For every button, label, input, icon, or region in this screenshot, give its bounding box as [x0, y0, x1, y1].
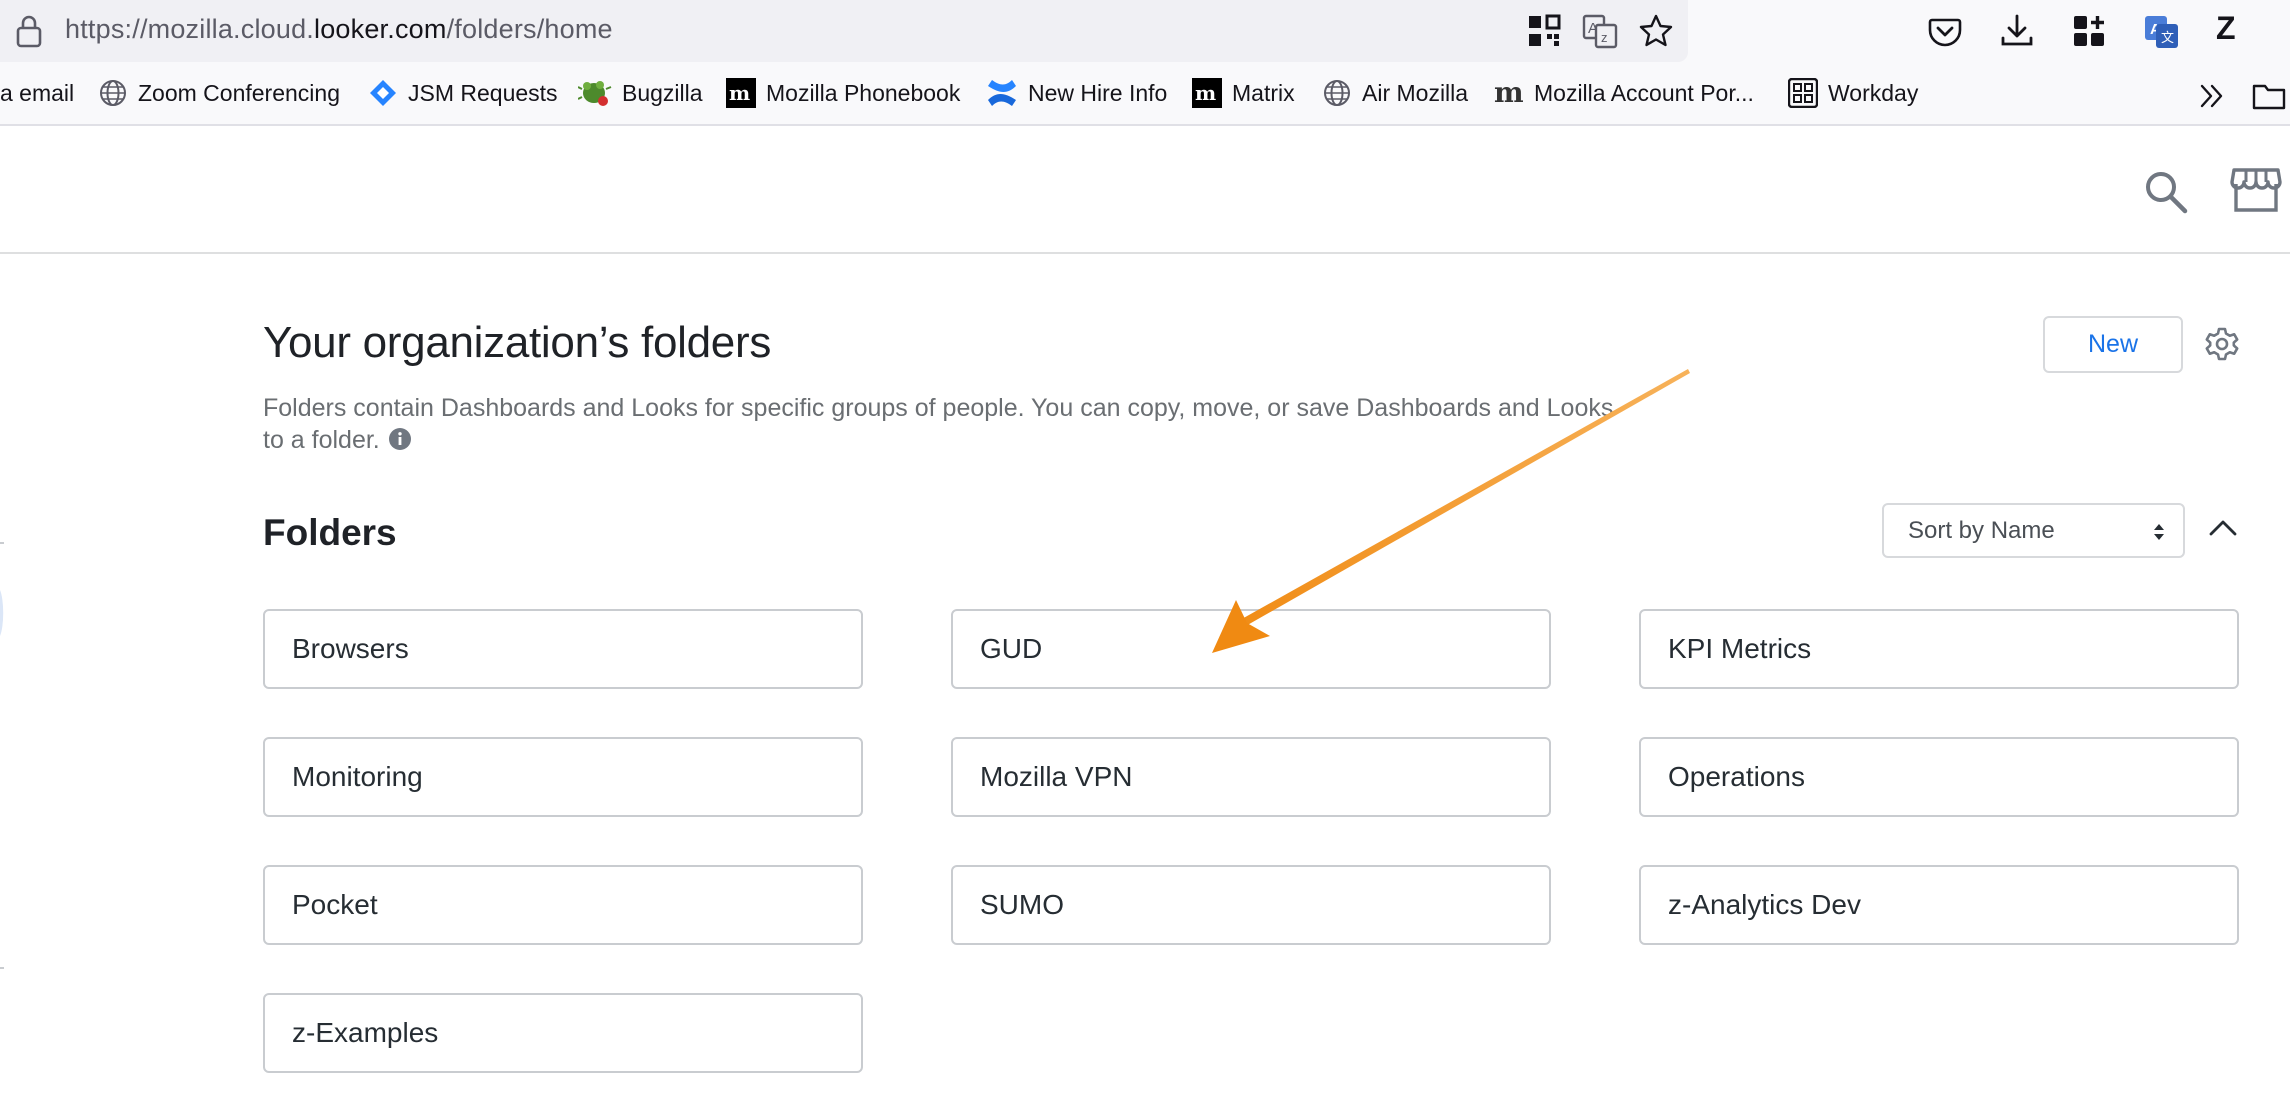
bookmark-star-icon[interactable] [1638, 13, 1674, 49]
folder-name: Monitoring [292, 761, 423, 792]
page-description: Folders contain Dashboards and Looks for… [263, 392, 1633, 456]
svg-text:m: m [1494, 78, 1524, 108]
mozilla-m-icon: m [726, 78, 756, 108]
bookmark-workday[interactable]: Workday [1788, 74, 1918, 112]
url-bar[interactable]: https://mozilla.cloud.looker.com/folders… [0, 0, 1688, 62]
folder-icon[interactable] [2252, 80, 2286, 112]
bookmark-label: Mozilla Account Por... [1534, 79, 1754, 106]
globe-icon [1324, 80, 1350, 106]
bookmark-label: Air Mozilla [1362, 79, 1469, 106]
folder-card-kpi-metrics[interactable]: KPI Metrics [1639, 609, 2239, 689]
svg-text:m: m [1195, 81, 1216, 105]
svg-text:z: z [1601, 30, 1608, 45]
folder-card-pocket[interactable]: Pocket [263, 865, 863, 945]
folder-card-monitoring[interactable]: Monitoring [263, 737, 863, 817]
svg-text:m: m [729, 81, 750, 105]
marketplace-icon[interactable] [2230, 166, 2282, 214]
folder-name: Mozilla VPN [980, 761, 1133, 792]
bookmark-label: Bugzilla [622, 79, 703, 106]
confluence-icon [988, 80, 1016, 106]
url-path: /folders/home [446, 14, 613, 44]
bookmark-label: Zoom Conferencing [138, 79, 340, 106]
sort-select-value: Sort by Name [1908, 516, 2055, 544]
folder-name: Browsers [292, 633, 409, 664]
browser-toolbar: https://mozilla.cloud.looker.com/folders… [0, 0, 2290, 62]
page-title: Your organization’s folders [263, 318, 772, 367]
bookmark-label: a email [0, 79, 75, 106]
bookmark-mozilla-phonebook[interactable]: m Mozilla Phonebook [726, 74, 960, 112]
bookmark-label: Workday [1828, 79, 1919, 106]
bookmark-bugzilla[interactable]: Bugzilla [578, 74, 703, 112]
search-icon[interactable] [2142, 168, 2190, 216]
folders-section-title: Folders [263, 512, 397, 553]
mozilla-m-icon: m [1192, 78, 1222, 108]
url-prefix: https://mozilla.cloud. [65, 14, 315, 44]
qr-code-icon[interactable] [1526, 13, 1562, 49]
mozilla-m-icon: m [1494, 78, 1524, 108]
info-icon[interactable] [388, 427, 412, 451]
folder-card-z-analytics-dev[interactable]: z-Analytics Dev [1639, 865, 2239, 945]
bookmark-label: Mozilla Phonebook [766, 79, 961, 106]
bookmark-label: New Hire Info [1028, 79, 1168, 106]
profile-avatar[interactable]: Z [2216, 10, 2236, 47]
folder-name: Pocket [292, 889, 378, 920]
folder-card-z-examples[interactable]: z-Examples [263, 993, 863, 1073]
folder-card-gud[interactable]: GUD [951, 609, 1551, 689]
jira-icon [370, 80, 396, 106]
globe-icon [100, 80, 126, 106]
gear-icon[interactable] [2204, 326, 2240, 362]
bookmark-air-mozilla[interactable]: Air Mozilla [1322, 74, 1468, 112]
translate-extension-icon[interactable]: A 文 [2142, 12, 2180, 50]
bookmark-matrix[interactable]: m Matrix [1192, 74, 1295, 112]
folder-name: z-Analytics Dev [1668, 889, 1861, 920]
translate-icon[interactable]: A z [1582, 13, 1618, 49]
sort-select[interactable]: Sort by Name [1882, 503, 2185, 558]
folder-card-sumo[interactable]: SUMO [951, 865, 1551, 945]
svg-text:文: 文 [2161, 31, 2174, 46]
grid-icon [1788, 78, 1818, 108]
new-folder-button[interactable]: New [2043, 316, 2183, 373]
bug-icon [578, 81, 612, 106]
chevron-up-icon[interactable] [2206, 513, 2240, 543]
bookmark-jsm-requests[interactable]: JSM Requests [368, 74, 558, 112]
page-description-text: Folders contain Dashboards and Looks for… [263, 394, 1614, 454]
folder-name: GUD [980, 633, 1043, 664]
url-text[interactable]: https://mozilla.cloud.looker.com/folders… [65, 14, 613, 45]
bookmark-new-hire-info[interactable]: New Hire Info [986, 74, 1167, 112]
url-host: looker.com [314, 14, 447, 44]
folder-name: SUMO [980, 889, 1064, 920]
pocket-icon[interactable] [1926, 12, 1964, 50]
app-header [0, 128, 2290, 254]
bookmark-label: JSM Requests [408, 79, 558, 106]
bookmark-zoom-conferencing[interactable]: Zoom Conferencing [98, 74, 340, 112]
folder-card-mozilla-vpn[interactable]: Mozilla VPN [951, 737, 1551, 817]
folder-name: Operations [1668, 761, 1805, 792]
side-nav-edge [0, 542, 4, 969]
bookmarks-toolbar: a email Zoom Conferencing JSM Requests B… [0, 62, 2290, 126]
folder-name: KPI Metrics [1668, 633, 1812, 664]
select-caret-icon [2154, 524, 2164, 540]
folder-card-browsers[interactable]: Browsers [263, 609, 863, 689]
extensions-icon[interactable] [2070, 12, 2108, 50]
download-icon[interactable] [1998, 12, 2036, 50]
bookmark-mozilla-account-portal[interactable]: m Mozilla Account Por... [1494, 74, 1754, 112]
bookmark-label: Matrix [1232, 79, 1295, 106]
lock-icon [16, 15, 42, 48]
folder-name: z-Examples [292, 1017, 439, 1048]
chevron-double-right-icon[interactable] [2196, 80, 2228, 112]
bookmark-email[interactable]: a email [0, 74, 74, 112]
folder-card-operations[interactable]: Operations [1639, 737, 2239, 817]
